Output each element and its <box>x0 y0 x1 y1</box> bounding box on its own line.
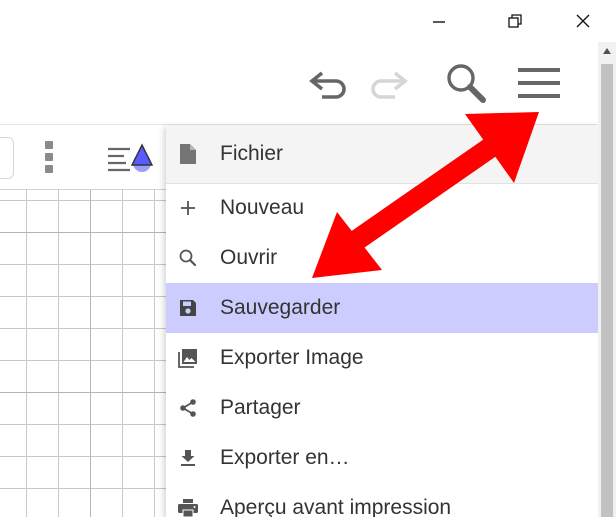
main-menu-panel: Fichier Nouveau Ouvrir Sauvegarder Expor… <box>166 125 598 517</box>
graphics-view <box>0 125 166 517</box>
menu-item-label: Partager <box>220 396 301 419</box>
menu-item-new[interactable]: Nouveau <box>166 183 598 233</box>
main-menu-button[interactable] <box>516 60 562 106</box>
restore-icon <box>508 14 522 28</box>
menu-header-file[interactable]: Fichier <box>166 125 598 184</box>
coordinate-grid[interactable] <box>0 189 166 517</box>
menu-item-label: Exporter en… <box>220 446 350 469</box>
menu-item-print-preview[interactable]: Aperçu avant impression <box>166 483 598 517</box>
app-toolbar <box>0 42 598 125</box>
scrollbar-thumb[interactable] <box>601 64 613 517</box>
menu-item-save[interactable]: Sauvegarder <box>166 283 598 333</box>
close-button[interactable] <box>560 0 606 42</box>
menu-item-open[interactable]: Ouvrir <box>166 233 598 283</box>
scroll-up-button[interactable] <box>598 42 616 60</box>
hamburger-menu-icon <box>518 68 560 98</box>
minimize-button[interactable] <box>416 0 462 42</box>
undo-button[interactable] <box>307 60 353 106</box>
printer-icon <box>176 496 200 517</box>
search-button[interactable] <box>443 60 489 106</box>
menu-item-export-as[interactable]: Exporter en… <box>166 433 598 483</box>
scroll-up-arrow-icon <box>603 48 611 54</box>
menu-item-label: Nouveau <box>220 196 305 219</box>
plus-icon <box>176 196 200 220</box>
more-options-icon[interactable] <box>42 139 56 177</box>
algebra-input-field[interactable] <box>0 137 14 179</box>
style-bar-icon <box>108 143 154 172</box>
menu-item-label: Exporter Image <box>220 346 364 369</box>
download-icon <box>176 446 200 470</box>
minimize-icon <box>433 21 445 23</box>
close-icon <box>576 14 590 28</box>
menu-item-share[interactable]: Partager <box>166 383 598 433</box>
geogebra-window: Fichier Nouveau Ouvrir Sauvegarder Expor… <box>0 0 616 517</box>
redo-button[interactable] <box>364 60 410 106</box>
redo-icon <box>371 71 408 99</box>
image-icon <box>176 346 200 370</box>
search-icon <box>447 64 486 103</box>
search-icon <box>176 246 200 270</box>
restore-button[interactable] <box>492 0 538 42</box>
undo-icon <box>309 71 346 99</box>
style-bar-button[interactable] <box>104 141 156 177</box>
share-icon <box>176 396 200 420</box>
menu-item-label: Sauvegarder <box>220 296 341 319</box>
floppy-disk-icon <box>176 296 200 320</box>
menu-item-export-image[interactable]: Exporter Image <box>166 333 598 383</box>
menu-item-label: Ouvrir <box>220 246 278 269</box>
grid-major-lines <box>0 190 166 517</box>
file-icon <box>176 142 200 166</box>
menu-header-label: Fichier <box>220 142 284 165</box>
menu-item-label: Aperçu avant impression <box>220 496 452 517</box>
vertical-scrollbar[interactable] <box>598 42 616 517</box>
window-titlebar <box>0 0 616 42</box>
